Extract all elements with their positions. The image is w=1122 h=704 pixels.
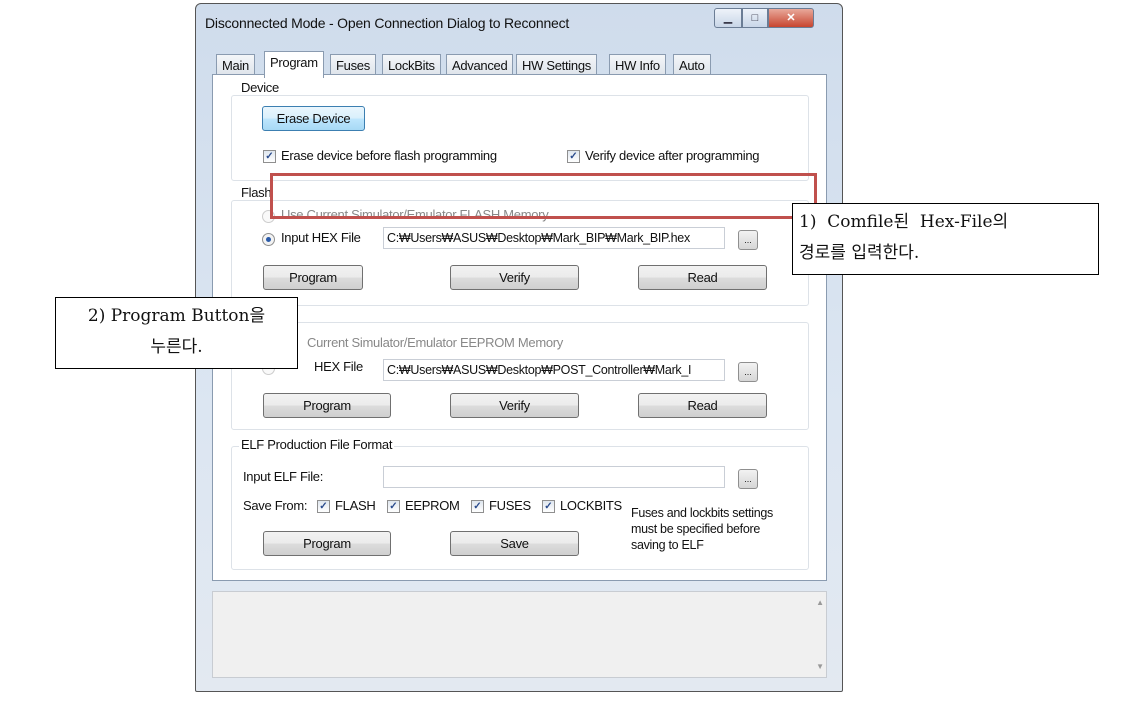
save-eeprom-label: EEPROM xyxy=(405,498,460,513)
tab-fuses[interactable]: Fuses xyxy=(330,54,376,76)
elf-program-button[interactable]: Program xyxy=(263,531,391,556)
eeprom-browse-button[interactable]: ... xyxy=(738,362,758,382)
flash-program-button[interactable]: Program xyxy=(263,265,363,290)
tab-lockbits[interactable]: LockBits xyxy=(382,54,441,76)
elf-group-label: ELF Production File Format xyxy=(239,437,395,452)
maximize-button[interactable]: □ xyxy=(742,8,768,28)
callout-1: 1) Comfile된 Hex-File의 경로를 입력한다. xyxy=(792,203,1099,275)
tab-main[interactable]: Main xyxy=(216,54,255,76)
input-hex-flash-label: Input HEX File xyxy=(281,230,361,245)
elf-note-line: must be specified before xyxy=(631,522,760,536)
erase-before-flash-checkbox[interactable]: ✓ xyxy=(263,150,276,163)
program-tab-panel: Device Erase Device ✓ Erase device befor… xyxy=(212,74,827,581)
flash-hex-path-input[interactable]: C:₩Users₩ASUS₩Desktop₩Mark_BIP₩Mark_BIP.… xyxy=(383,227,725,249)
elf-note-line: Fuses and lockbits settings xyxy=(631,506,773,520)
save-lockbits-label: LOCKBITS xyxy=(560,498,622,513)
flash-verify-button[interactable]: Verify xyxy=(450,265,579,290)
eeprom-read-button[interactable]: Read xyxy=(638,393,767,418)
save-lockbits-checkbox[interactable]: ✓ xyxy=(542,500,555,513)
close-button[interactable]: ✕ xyxy=(768,8,814,28)
elf-note-line: saving to ELF xyxy=(631,538,704,552)
highlight-rectangle xyxy=(270,173,817,219)
input-elf-label: Input ELF File: xyxy=(243,469,324,484)
elf-browse-button[interactable]: ... xyxy=(738,469,758,489)
save-flash-checkbox[interactable]: ✓ xyxy=(317,500,330,513)
input-hex-flash-radio[interactable] xyxy=(262,233,275,246)
save-from-label: Save From: xyxy=(243,498,308,513)
tab-hw-settings[interactable]: HW Settings xyxy=(516,54,597,76)
device-group-label: Device xyxy=(239,80,281,95)
flash-browse-button[interactable]: ... xyxy=(738,230,758,250)
log-output-area[interactable]: ▲ ▼ xyxy=(212,591,827,678)
eeprom-program-button[interactable]: Program xyxy=(263,393,391,418)
erase-before-flash-label: Erase device before flash programming xyxy=(281,148,497,163)
flash-group-label: Flash xyxy=(239,185,274,200)
use-simulator-eeprom-label: Current Simulator/Emulator EEPROM Memory xyxy=(307,335,564,350)
erase-device-button[interactable]: Erase Device xyxy=(262,106,365,131)
eeprom-hex-path-input[interactable]: C:₩Users₩ASUS₩Desktop₩POST_Controller₩Ma… xyxy=(383,359,725,381)
save-eeprom-checkbox[interactable]: ✓ xyxy=(387,500,400,513)
elf-note: Fuses and lockbits settings must be spec… xyxy=(631,505,773,553)
minimize-button[interactable]: ▁ xyxy=(714,8,742,28)
scroll-up-arrow-icon[interactable]: ▲ xyxy=(816,598,824,607)
save-fuses-label: FUSES xyxy=(489,498,531,513)
save-fuses-checkbox[interactable]: ✓ xyxy=(471,500,484,513)
verify-after-checkbox[interactable]: ✓ xyxy=(567,150,580,163)
verify-after-label: Verify device after programming xyxy=(585,148,760,163)
window-title: Disconnected Mode - Open Connection Dial… xyxy=(205,15,570,31)
eeprom-verify-button[interactable]: Verify xyxy=(450,393,579,418)
scroll-down-arrow-icon[interactable]: ▼ xyxy=(816,662,824,671)
elf-file-input[interactable] xyxy=(383,466,725,488)
tab-auto[interactable]: Auto xyxy=(673,54,711,76)
tab-hw-info[interactable]: HW Info xyxy=(609,54,666,76)
tab-program[interactable]: Program xyxy=(264,51,324,78)
callout-2: 2) Program Button을 누른다. xyxy=(55,297,298,369)
save-flash-label: FLASH xyxy=(335,498,376,513)
elf-save-button[interactable]: Save xyxy=(450,531,579,556)
flash-read-button[interactable]: Read xyxy=(638,265,767,290)
tab-advanced[interactable]: Advanced xyxy=(446,54,514,76)
